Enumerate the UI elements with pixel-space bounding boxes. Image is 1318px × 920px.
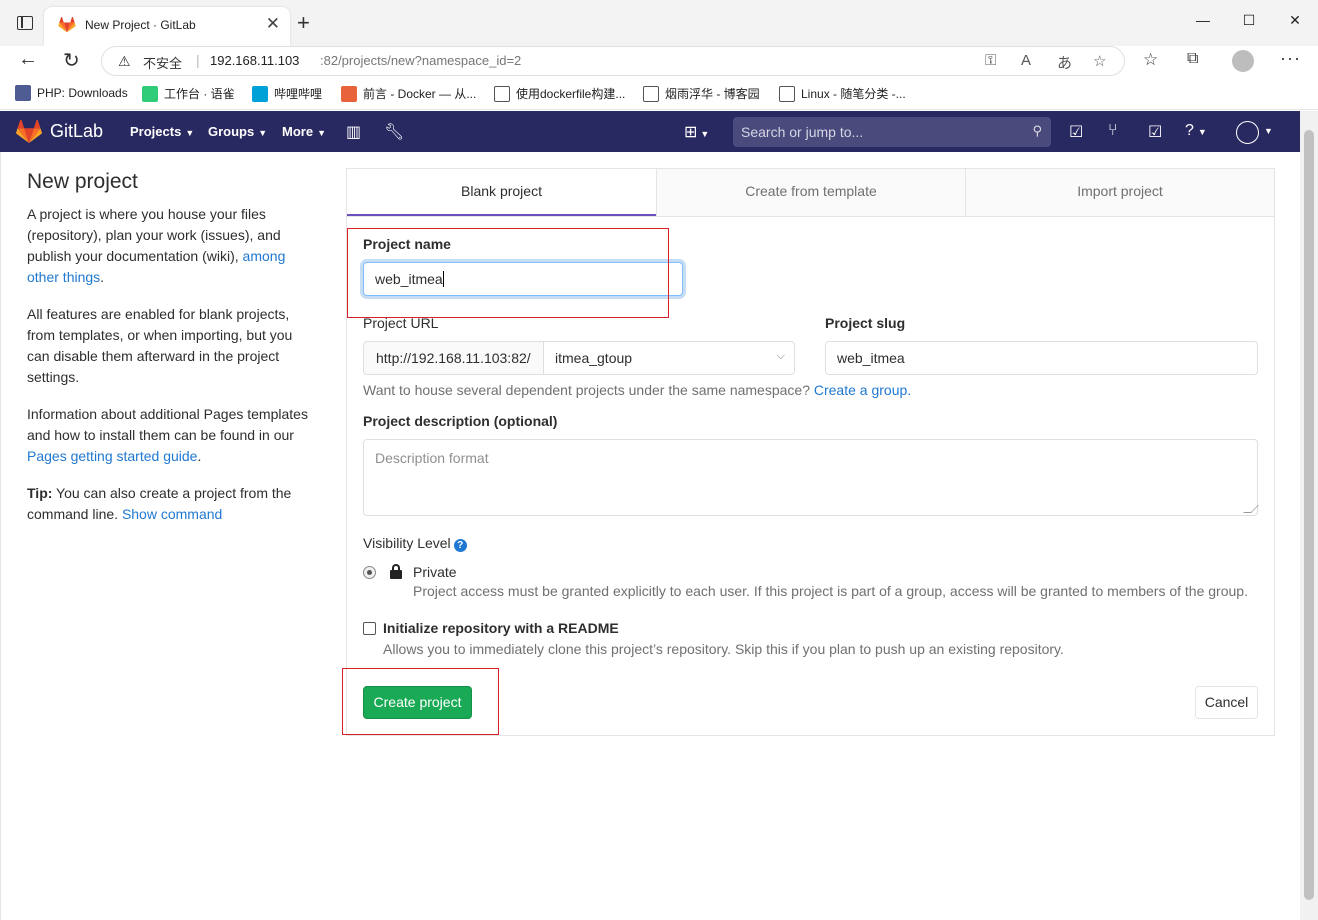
collections-icon[interactable]: ⧉ <box>1187 50 1198 68</box>
key-icon[interactable]: ⚿ <box>985 52 996 69</box>
new-item-plus-icon[interactable]: ⊞ ▼ <box>684 122 709 142</box>
bookmark-docker[interactable]: 前言 - Docker — 从... <box>341 85 476 102</box>
bookmark-dockerfile[interactable]: 使用dockerfile构建... <box>494 85 625 102</box>
gitlab-header: GitLab Projects ▼ Groups ▼ More ▼ ▥ 🔧︎ ⊞ ▼ S… <box>0 111 1300 152</box>
tab-blank-project[interactable]: Blank project <box>347 169 656 216</box>
merge-requests-icon[interactable]: ⑂ <box>1108 122 1118 140</box>
description-textarea[interactable]: Description format <box>363 439 1259 516</box>
chevron-down-icon[interactable]: ▼ <box>1264 126 1273 136</box>
blog-icon <box>643 86 659 102</box>
bilibili-icon <box>252 86 268 102</box>
favorites-icon[interactable]: ☆ <box>1143 50 1158 70</box>
profile-avatar[interactable] <box>1232 50 1254 72</box>
private-help-text: Project access must be granted explicitl… <box>413 583 1248 599</box>
insecure-label[interactable]: 不安全 <box>143 53 182 72</box>
yuque-icon <box>142 86 158 102</box>
bookmark-yuque[interactable]: 工作台 · 语雀 <box>142 85 235 102</box>
search-icon: ⚲ <box>1032 123 1042 138</box>
gitlab-brand[interactable]: GitLab <box>50 121 103 142</box>
project-tabs: Blank project Create from template Impor… <box>347 169 1274 217</box>
pages-guide-link[interactable]: Pages getting started guide <box>27 448 197 464</box>
nav-projects[interactable]: Projects ▼ <box>130 124 194 139</box>
description-label: Project description (optional) <box>363 413 558 429</box>
gitlab-logo-icon[interactable] <box>16 120 42 144</box>
help-question-icon[interactable]: ? <box>453 539 467 552</box>
pages-paragraph: Information about additional Pages templ… <box>27 406 308 464</box>
bookmarks-bar: PHP: Downloads 工作台 · 语雀 哔哩哔哩 前言 - Docker… <box>0 78 1318 110</box>
namespace-help-text: Want to house several dependent projects… <box>363 382 912 398</box>
chevron-down-icon: ▼ <box>185 128 195 138</box>
browser-tab[interactable]: New Project · GitLab ✕ <box>44 7 290 46</box>
blog-icon <box>779 86 795 102</box>
bookmark-cnblogs[interactable]: 烟雨浮华 - 博客园 <box>643 85 760 102</box>
warning-icon[interactable]: ⚠ <box>118 53 131 70</box>
tip-paragraph: Tip: You can also create a project from … <box>27 485 292 522</box>
browser-tab-bar: New Project · GitLab ✕ + — ☐ ✕ <box>0 0 1318 46</box>
project-slug-input[interactable]: web_itmea <box>825 341 1258 375</box>
tab-close-icon[interactable]: ✕ <box>266 14 280 34</box>
readme-help-text: Allows you to immediately clone this pro… <box>383 641 1064 657</box>
php-icon <box>15 85 31 101</box>
tab-import-project[interactable]: Import project <box>965 169 1274 216</box>
url-host: 192.168.11.103 <box>210 53 300 68</box>
rocket-icon <box>341 86 357 102</box>
maximize-button[interactable]: ☐ <box>1226 12 1272 29</box>
help-icon[interactable]: ? ▼ <box>1185 122 1207 140</box>
read-aloud-icon[interactable]: A <box>1021 52 1031 69</box>
activity-chart-icon[interactable]: ▥ <box>346 122 361 142</box>
nav-more[interactable]: More ▼ <box>282 124 326 139</box>
tab-title: New Project · GitLab <box>85 18 196 32</box>
nav-groups[interactable]: Groups ▼ <box>208 124 267 139</box>
create-group-link[interactable]: Create a group. <box>814 382 911 398</box>
tab-actions-icon[interactable] <box>17 16 33 30</box>
window-close-button[interactable]: ✕ <box>1272 12 1318 29</box>
minimize-button[interactable]: — <box>1180 12 1226 28</box>
features-paragraph: All features are enabled for blank proje… <box>27 306 293 385</box>
chevron-down-icon: ▼ <box>317 128 326 138</box>
new-tab-button[interactable]: + <box>297 12 310 34</box>
bookmark-php[interactable]: PHP: Downloads <box>15 85 128 101</box>
show-command-link[interactable]: Show command <box>122 506 222 522</box>
bookmark-linux[interactable]: Linux - 随笔分类 -... <box>779 85 906 102</box>
page-left-edge <box>0 152 1 920</box>
settings-menu-icon[interactable]: ··· <box>1280 48 1301 69</box>
lock-icon <box>390 564 402 580</box>
gitlab-favicon-icon <box>58 17 76 33</box>
bookmark-bilibili[interactable]: 哔哩哔哩 <box>252 85 322 102</box>
translate-icon[interactable]: あ <box>1057 52 1072 73</box>
back-arrow-icon[interactable]: ← <box>18 48 38 71</box>
add-favorite-icon[interactable]: ☆ <box>1093 52 1106 70</box>
address-bar-row: ← ↻ ⚠ 不安全 | 192.168.11.103 :82/projects/… <box>0 46 1318 78</box>
blog-icon <box>494 86 510 102</box>
global-search-input[interactable]: Search or jump to... ⚲ <box>733 117 1051 147</box>
readme-label[interactable]: Initialize repository with a README <box>383 620 619 636</box>
cancel-button[interactable]: Cancel <box>1195 686 1258 719</box>
chevron-down-icon: ▼ <box>258 128 268 138</box>
resize-grip-icon[interactable] <box>1243 505 1259 513</box>
visibility-label: Visibility Level? <box>363 535 467 552</box>
todos-icon[interactable]: ☑ <box>1148 122 1162 142</box>
refresh-icon[interactable]: ↻ <box>63 48 80 73</box>
admin-wrench-icon[interactable]: 🔧︎ <box>384 122 404 142</box>
tab-create-from-template[interactable]: Create from template <box>656 169 965 216</box>
private-radio[interactable] <box>363 566 376 579</box>
url-separator: | <box>196 52 200 68</box>
intro-paragraph: A project is where you house your files … <box>27 206 286 285</box>
scrollbar-thumb[interactable] <box>1304 130 1314 900</box>
user-avatar[interactable] <box>1236 121 1259 144</box>
url-field[interactable]: ⚠ 不安全 | 192.168.11.103 :82/projects/new?… <box>101 46 1125 76</box>
url-path: :82/projects/new?namespace_id=2 <box>320 53 522 68</box>
chevron-down-icon: ⌵ <box>776 350 785 362</box>
annotation-box-create-button <box>342 668 499 735</box>
search-placeholder: Search or jump to... <box>741 124 864 140</box>
namespace-select[interactable]: itmea_gtoup ⌵ <box>543 341 795 375</box>
issues-icon[interactable]: ☑ <box>1069 122 1083 142</box>
annotation-box-project-name <box>347 228 669 318</box>
project-slug-label: Project slug <box>825 315 906 331</box>
page-title: New project <box>27 170 138 193</box>
project-url-prefix: http://192.168.11.103:82/ <box>363 341 544 375</box>
private-label[interactable]: Private <box>413 564 457 580</box>
readme-checkbox[interactable] <box>363 622 376 635</box>
